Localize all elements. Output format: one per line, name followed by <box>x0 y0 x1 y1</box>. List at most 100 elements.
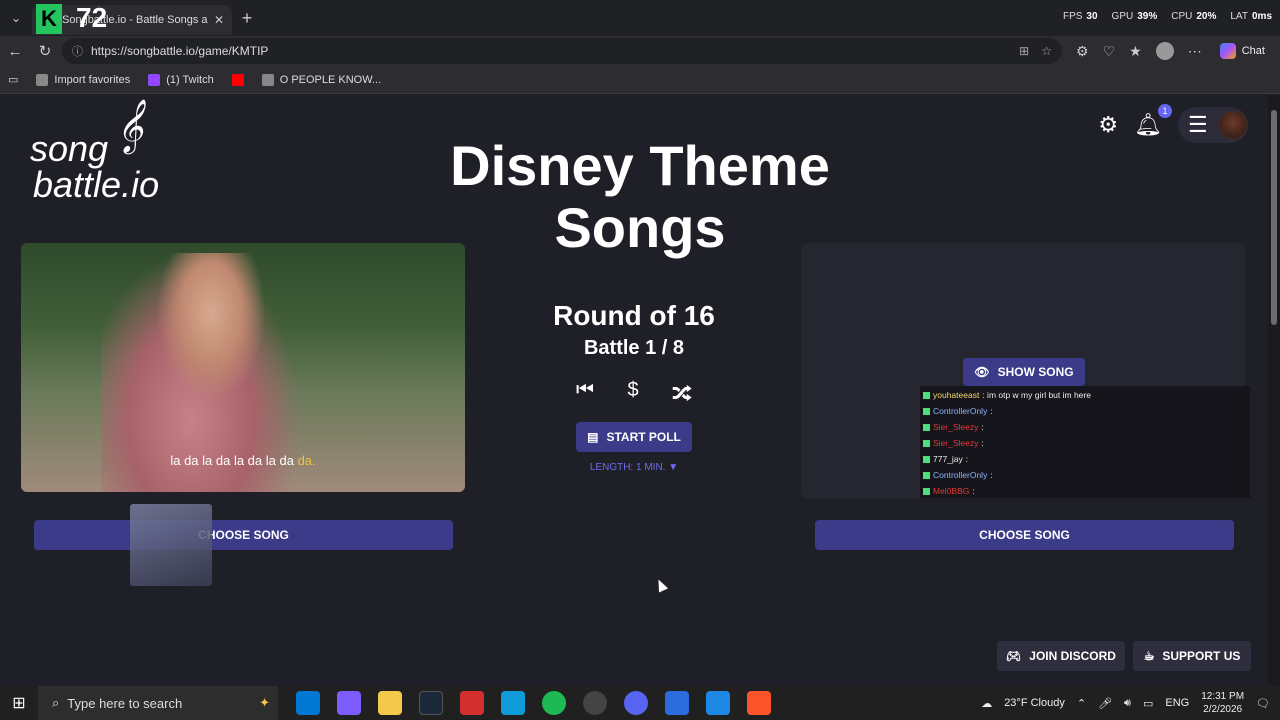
shuffle-icon[interactable]: 🔀︎ <box>672 379 692 408</box>
notification-badge: 1 <box>1158 104 1172 118</box>
perf-fps: FPS 30 <box>1062 11 1098 22</box>
more-options-icon[interactable]: ⋯ <box>1188 43 1202 60</box>
settings-gear-icon[interactable]: ⚙ <box>1098 112 1118 138</box>
kofi-cup-icon: ☕︎ <box>1143 649 1155 663</box>
spotify-icon[interactable] <box>542 691 566 715</box>
site-info-icon[interactable]: ⓘ <box>72 43 83 59</box>
user-menu[interactable]: ☰ <box>1178 107 1248 143</box>
perf-cpu: CPU 20% <box>1171 11 1217 22</box>
support-us-button[interactable]: ☕︎ SUPPORT US <box>1133 641 1251 671</box>
apps-grid-icon[interactable]: ⊞ <box>1019 44 1029 58</box>
store-icon[interactable] <box>296 691 320 715</box>
url-text: https://songbattle.io/game/KMTIP <box>91 44 269 58</box>
chat-badge-icon <box>923 423 930 431</box>
refresh-icon[interactable]: ↻ <box>30 42 60 60</box>
copilot-app-icon[interactable] <box>337 691 361 715</box>
obs-icon[interactable] <box>583 691 607 715</box>
tab-actions-chevron-icon[interactable]: ⌄ <box>0 0 32 36</box>
chat-message: Sier_Sleezy: <box>923 419 1247 435</box>
chat-badge-icon <box>923 487 930 495</box>
scrollbar-thumb[interactable] <box>1271 110 1277 325</box>
join-discord-button[interactable]: 🎮︎ JOIN DISCORD <box>997 641 1125 671</box>
show-song-button[interactable]: 👁︎ SHOW SONG <box>963 358 1085 386</box>
battle-controls: ⏮ $ 🔀︎ <box>576 379 692 408</box>
youtube-icon <box>231 73 244 86</box>
brave-icon[interactable] <box>747 691 771 715</box>
battle-counter: Battle 1 / 8 <box>583 337 685 359</box>
notifications-bell-icon[interactable]: 🔔︎ 1 <box>1134 104 1172 138</box>
round-label: Round of 16 <box>553 300 715 331</box>
performance-overlay: FPS 30 GPU 39% CPU 20% LAT 0ms <box>1063 11 1272 22</box>
network-icon[interactable]: ▭ <box>1143 697 1153 710</box>
sidebar-toggle-icon[interactable]: ▭ <box>8 73 18 86</box>
poll-length-select[interactable]: LENGTH: 1 MIN. ▼ <box>560 462 708 473</box>
chat-message: Mel0BBG: <box>923 483 1247 499</box>
choose-song-right-button[interactable]: CHOOSE SONG <box>815 520 1234 550</box>
favorite-youtube[interactable] <box>231 73 244 86</box>
copilot-chat-button[interactable]: Chat <box>1219 43 1265 59</box>
choose-song-left-button[interactable]: CHOOSE SONG <box>34 520 453 550</box>
tray-chevron-icon[interactable]: ⌃ <box>1077 697 1086 710</box>
chat-badge-icon <box>923 455 930 463</box>
mouse-cursor-icon <box>653 577 669 593</box>
start-poll-button[interactable]: ▤ START POLL <box>576 422 692 452</box>
favorite-star-icon[interactable]: ☆ <box>1041 44 1052 58</box>
tab-close-icon[interactable]: ✕ <box>214 13 224 27</box>
weather-cloud-icon[interactable]: ☁ <box>981 697 992 710</box>
microphone-icon[interactable]: 🎤︎ <box>1098 697 1112 710</box>
wps-icon[interactable] <box>460 691 484 715</box>
browser-essentials-icon[interactable]: ♡ <box>1103 43 1116 60</box>
perf-lat: LAT 0ms <box>1230 11 1272 22</box>
url-field[interactable]: ⓘ https://songbattle.io/game/KMTIP ⊞ ☆ <box>62 38 1062 64</box>
discord-app-icon[interactable] <box>624 691 648 715</box>
new-tab-icon[interactable]: + <box>232 8 262 29</box>
chat-message: Sier_Sleezy: <box>923 435 1247 451</box>
notifications-icon[interactable]: 🗨︎ <box>1256 697 1270 710</box>
folder-icon <box>36 73 49 86</box>
chat-badge-icon <box>923 407 930 415</box>
copilot-icon <box>1219 43 1236 59</box>
f-app-icon[interactable] <box>706 691 730 715</box>
favorite-import[interactable]: Import favorites <box>36 73 130 86</box>
page-scrollbar[interactable] <box>1268 95 1280 685</box>
file-explorer-icon[interactable] <box>378 691 402 715</box>
windows-start-icon[interactable]: ⊞ <box>0 693 38 713</box>
search-icon: ⌕ <box>52 695 60 710</box>
eye-icon: 👁︎ <box>974 365 990 379</box>
address-bar: ← ↻ ⓘ https://songbattle.io/game/KMTIP ⊞… <box>0 36 1280 66</box>
window-app-icon[interactable] <box>665 691 689 715</box>
windows-taskbar: ⊞ ⌕ Type here to search ✦ ☁ 23°F Cloudy … <box>0 686 1280 720</box>
favorite-twitch[interactable]: (1) Twitch <box>148 73 214 86</box>
profile-avatar[interactable] <box>1155 42 1174 60</box>
songbattle-logo[interactable]: song battle.io 𝄞 <box>28 102 168 203</box>
favorites-bar: ▭ Import favorites (1) Twitch O PEOPLE K… <box>0 66 1280 94</box>
extensions-icon[interactable]: ⚙ <box>1076 43 1089 60</box>
steam-icon[interactable] <box>419 691 443 715</box>
user-avatar <box>1217 110 1248 140</box>
coin-icon[interactable]: $ <box>627 379 638 408</box>
chat-badge-icon <box>923 391 930 399</box>
twitch-icon <box>148 73 161 86</box>
chat-badge-icon <box>923 471 930 479</box>
speaker-icon[interactable]: 🔊︎ <box>1124 697 1131 710</box>
lyrics-subtitle: la da la da la da la da da. <box>170 453 316 468</box>
favorites-icon[interactable]: ★ <box>1129 43 1142 60</box>
weather-text[interactable]: 23°F Cloudy <box>1004 697 1065 709</box>
chat-message: youhateeast: im otp w my girl but im her… <box>923 387 1247 403</box>
page-icon <box>261 73 274 86</box>
songbattle-page: song battle.io 𝄞 Disney Theme Songs ⚙ 🔔︎… <box>0 95 1268 685</box>
chat-message: ControllerOnly: <box>923 403 1247 419</box>
dragged-thumbnail <box>130 504 212 586</box>
favorite-people-know[interactable]: O PEOPLE KNOW... <box>261 73 381 86</box>
browser-tab[interactable]: Songbattle.io - Battle Songs a ✕ <box>32 5 232 35</box>
previous-battle-icon[interactable]: ⏮ <box>576 379 594 408</box>
clock[interactable]: 12:31 PM 2/2/2026 <box>1201 690 1244 716</box>
sparkle-icon: ✦ <box>259 695 270 710</box>
back-icon[interactable]: ← <box>0 43 30 60</box>
chat-badge-icon <box>923 439 930 447</box>
taskbar-search[interactable]: ⌕ Type here to search ✦ <box>38 686 278 720</box>
edge-icon[interactable] <box>501 691 525 715</box>
chat-message: 777_jay: <box>923 451 1247 467</box>
left-song-video[interactable]: la da la da la da la da da. <box>21 243 465 492</box>
language-indicator[interactable]: ENG <box>1165 697 1189 709</box>
